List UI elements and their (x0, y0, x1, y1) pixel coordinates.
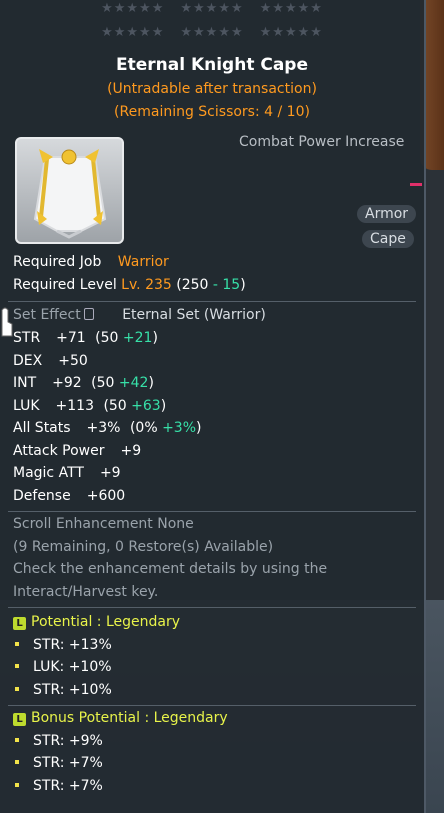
set-effect-row: Set Effect Eternal Set (Warrior) (13, 307, 266, 323)
category-tag-cape: Cape (362, 230, 414, 248)
bullet-icon (15, 783, 19, 787)
potential-label: Potential : Legendary (31, 614, 180, 630)
combat-power-indicator (410, 183, 422, 186)
enhancement-hint: Check the enhancement details by using t… (13, 561, 328, 577)
level-detail-close: ) (240, 277, 246, 293)
bullet-icon (15, 642, 19, 646)
level-detail-base: (250 (176, 277, 209, 293)
required-job-label: Required Job (13, 254, 102, 270)
legendary-badge-icon: L (13, 713, 26, 726)
combat-power-label: Combat Power Increase (239, 134, 405, 150)
bullet-icon (15, 760, 19, 764)
scroll-enhancement: Scroll Enhancement None (13, 516, 194, 532)
stat-row-all-stats: All Stats +3% (0% +3%) (13, 420, 202, 436)
set-effect-label: Set Effect (13, 307, 81, 323)
stat-row-dex: DEX +50 (13, 353, 88, 369)
stat-row-int: INT +92 (50 +42) (13, 375, 154, 391)
stat-row-luk: LUK +113 (50 +63) (13, 398, 167, 414)
cape-icon (33, 149, 107, 239)
bonus-potential-line: STR: +7% (15, 755, 103, 771)
lock-icon (83, 308, 94, 320)
scroll-remaining: (9 Remaining, 0 Restore(s) Available) (13, 539, 274, 555)
bullet-icon (15, 738, 19, 742)
required-job-row: Required Job Warrior (13, 254, 169, 270)
divider (8, 301, 416, 302)
stat-row-attack-power: Attack Power +9 (13, 443, 142, 459)
legendary-badge-icon: L (13, 617, 26, 630)
bonus-potential-label: Bonus Potential : Legendary (31, 710, 228, 726)
required-job-value: Warrior (117, 254, 169, 270)
star-force-row-1: ★★★★★ ★★★★★ ★★★★★ (101, 1, 323, 16)
trade-note: (Untradable after transaction) (107, 81, 317, 97)
divider (8, 511, 416, 512)
stat-row-defense: Defense +600 (13, 488, 126, 504)
item-tooltip: ★★★★★ ★★★★★ ★★★★★ ★★★★★ ★★★★★ ★★★★★ Eternal … (0, 0, 426, 813)
item-name: Eternal Knight Cape (115, 55, 309, 75)
bonus-potential-header: L Bonus Potential : Legendary (13, 710, 228, 726)
bullet-icon (15, 664, 19, 668)
bonus-potential-line: STR: +7% (15, 778, 103, 794)
stat-row-str: STR +71 (50 +21) (13, 330, 158, 346)
item-icon-frame (15, 137, 124, 244)
scissors-count: (Remaining Scissors: 4 / 10) (114, 104, 310, 120)
enhancement-hint-key: Interact/Harvest key. (13, 584, 159, 600)
star-force-row-2: ★★★★★ ★★★★★ ★★★★★ (101, 25, 323, 40)
required-level-value: Lv. 235 (121, 277, 172, 293)
required-level-row: Required Level Lv. 235 (250 - 15) (13, 277, 246, 293)
category-tag-armor: Armor (357, 205, 417, 223)
potential-line: STR: +13% (15, 637, 112, 653)
level-detail-mod: - 15 (212, 277, 241, 293)
hand-cursor-icon (1, 307, 13, 337)
bullet-icon (15, 687, 19, 691)
set-effect-name[interactable]: Eternal Set (Warrior) (122, 307, 266, 323)
bonus-potential-line: STR: +9% (15, 733, 103, 749)
divider (8, 705, 416, 706)
potential-line: LUK: +10% (15, 659, 112, 675)
divider (8, 607, 416, 608)
stat-row-magic-att: Magic ATT +9 (13, 465, 121, 481)
required-level-label: Required Level (13, 277, 117, 293)
potential-header: L Potential : Legendary (13, 614, 180, 630)
potential-line: STR: +10% (15, 682, 112, 698)
